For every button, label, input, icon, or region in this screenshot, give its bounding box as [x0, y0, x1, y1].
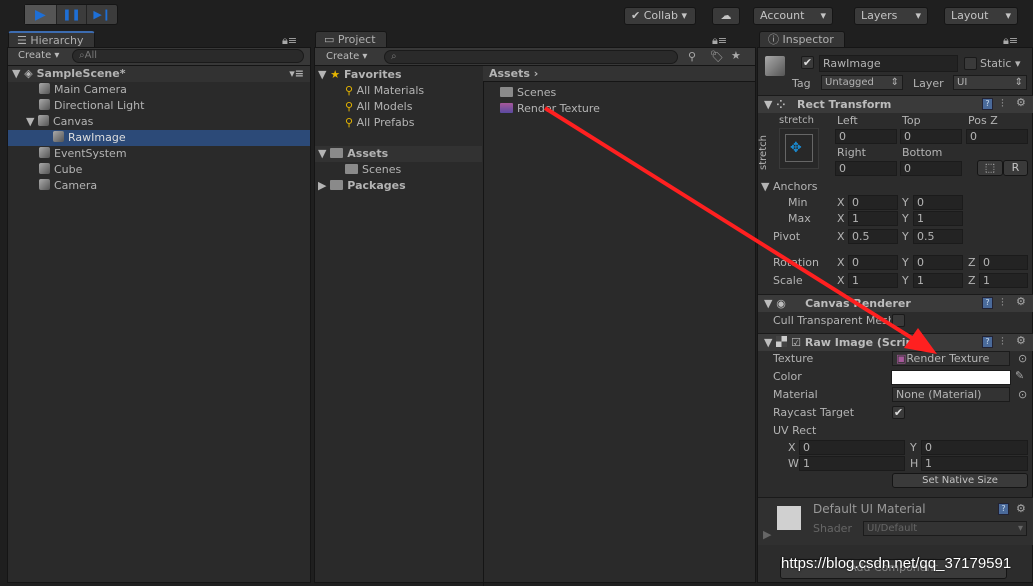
arrow-head — [904, 328, 937, 354]
watermark: https://blog.csdn.net/qq_37179591 — [781, 555, 1012, 572]
annotation-arrow — [543, 106, 937, 354]
arrow-line — [543, 106, 917, 342]
